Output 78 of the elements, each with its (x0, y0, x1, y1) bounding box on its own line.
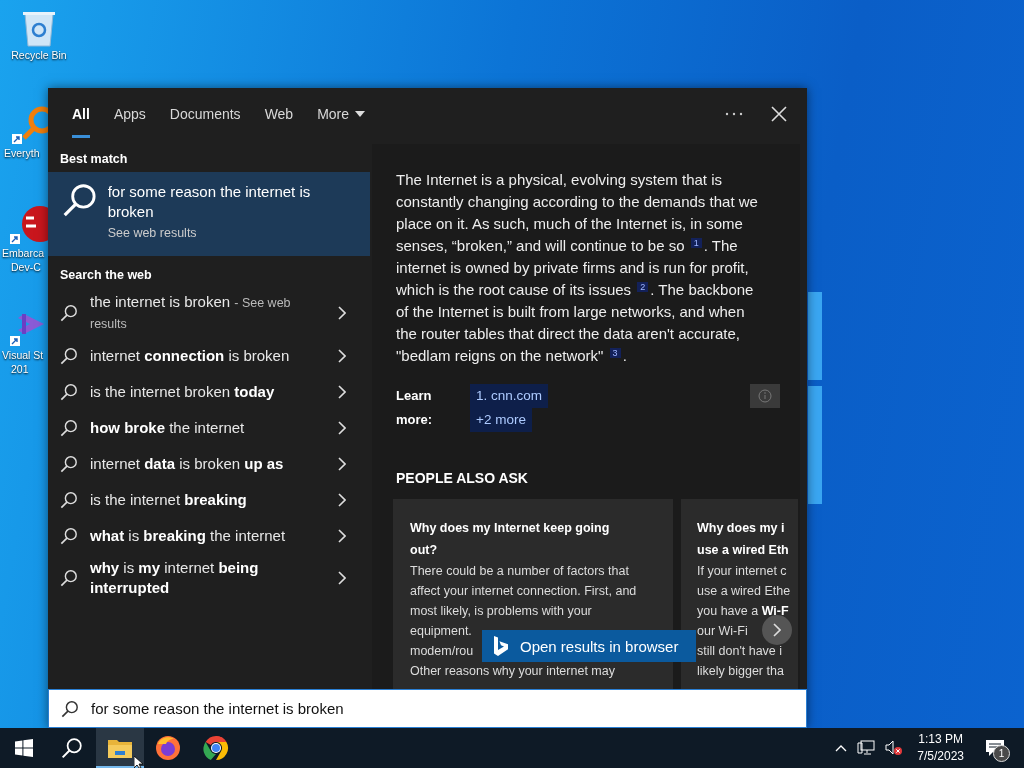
clock[interactable]: 1:13 PM 7/5/2023 (913, 731, 968, 765)
section-heading: PEOPLE ALSO ASK (396, 470, 529, 487)
answer-line: equipment. (410, 623, 472, 640)
answer-line: Other reasons why your internet may (410, 663, 615, 680)
folder-icon (108, 738, 132, 758)
caret-icon (355, 111, 366, 117)
chevron-icon (338, 349, 346, 363)
chevron-up-icon[interactable] (835, 744, 848, 752)
answer-line: still don't have i (697, 643, 783, 660)
answer-line: you have a Wi-F (697, 603, 789, 620)
search-suggestion[interactable]: internet data is broken up as (48, 446, 370, 482)
search-suggestion[interactable]: why is my internet being interrupted (48, 554, 370, 602)
chevron-icon (773, 623, 781, 637)
search-icon (62, 182, 98, 218)
chrome-icon (203, 735, 229, 761)
answer-line: There could be a number of factors that (410, 563, 629, 580)
filter-tab[interactable]: More (305, 88, 378, 140)
search-box[interactable]: for some reason the internet is broken (48, 689, 807, 728)
answer-line: modem/rou (410, 643, 474, 660)
answer-line: use a wired Ethe (697, 583, 791, 600)
question-title: use a wired Eth (697, 542, 789, 559)
filter-tab[interactable]: Web (252, 88, 306, 140)
answer-line: affect your internet connection. First, and (410, 583, 637, 600)
filter-tab[interactable]: All (60, 88, 102, 140)
ellipsis-icon (725, 112, 743, 116)
close-icon (771, 106, 787, 122)
search-icon (60, 491, 78, 509)
search-icon (61, 737, 83, 759)
desktop-shortcut-icon[interactable] (10, 204, 50, 246)
chevron-icon (338, 306, 346, 320)
search-suggestion[interactable]: the internet is broken - See web results (48, 288, 370, 338)
cursor-icon (134, 756, 144, 768)
chevron-icon (338, 385, 346, 399)
answer-line: our Wi-Fi (697, 623, 748, 640)
question-title: out? (410, 542, 438, 559)
chevron-icon (338, 421, 346, 435)
notifications-button[interactable]: 1 (978, 732, 1012, 764)
question-card[interactable]: Why does my i use a wired Eth If your internet c use a wired Ethe you have a Wi-F our Wi-Fi still don't have i likely bigger tha (681, 499, 798, 689)
source-link[interactable]: 1. cnn.com (470, 384, 549, 408)
fox-globe-icon (155, 735, 181, 761)
search-icon (60, 527, 78, 545)
chevron-icon (338, 457, 346, 471)
answer-line: most likely, is problems with your (410, 603, 592, 620)
search-suggestion[interactable]: how broke the internet (48, 410, 370, 446)
answer-paragraph: The Internet is a physical, evolving system that is constantly changing according to the demands that we place on it. As such, much of the Internet is, in some senses, “broken,” and will continue to be so $^{1}$. The internet is owned by private firms and is run for profit, which is the root cause of its issues $^{2}$. The backbone of the Internet is built from large networks, and when the router tables that direct the data aren't accurate, "bedlam reigns on the network" $^{3}$. (396, 170, 759, 366)
learn-more-label: Learn more: (396, 387, 434, 429)
chevron-icon (338, 529, 346, 543)
search-field[interactable]: for some reason the internet is broken (91, 700, 794, 717)
search-suggestion[interactable]: internet connection is broken (48, 338, 370, 374)
section-heading: Best match (59, 151, 129, 168)
question-title: Why does my Internet keep going (410, 520, 610, 537)
filter-tab[interactable]: Apps (101, 88, 158, 140)
open-in-browser-toast[interactable]: Open results in browser (482, 630, 696, 662)
question-title: Why does my i (697, 520, 785, 537)
search-icon (60, 569, 78, 587)
search-icon (60, 455, 78, 473)
info-icon (758, 389, 772, 403)
taskbar-app[interactable] (96, 728, 144, 768)
chevron-icon (338, 571, 346, 585)
answer-line: If your internet c (697, 563, 787, 580)
search-icon (60, 419, 78, 437)
bing-logo (494, 636, 508, 656)
search-suggestion[interactable]: what is breaking the internet (48, 518, 370, 554)
filter-tab[interactable]: Documents (157, 88, 253, 140)
answer-line: likely bigger tha (697, 663, 784, 680)
chevron-icon (338, 493, 346, 507)
search-icon (61, 699, 79, 718)
search-suggestion[interactable]: is the internet breaking (48, 482, 370, 518)
muted-speaker-icon[interactable] (885, 740, 904, 756)
source-link[interactable]: +2 more (470, 408, 532, 432)
search-suggestion[interactable]: is the internet broken today (48, 374, 370, 410)
search-icon (60, 383, 78, 401)
windows-logo (15, 739, 33, 757)
section-heading: Search the web (59, 267, 153, 284)
network-icon[interactable] (857, 740, 876, 756)
search-icon (60, 304, 78, 322)
search-icon (60, 347, 78, 365)
best-match-item[interactable]: for some reason the internet is broken See web results (48, 172, 370, 256)
